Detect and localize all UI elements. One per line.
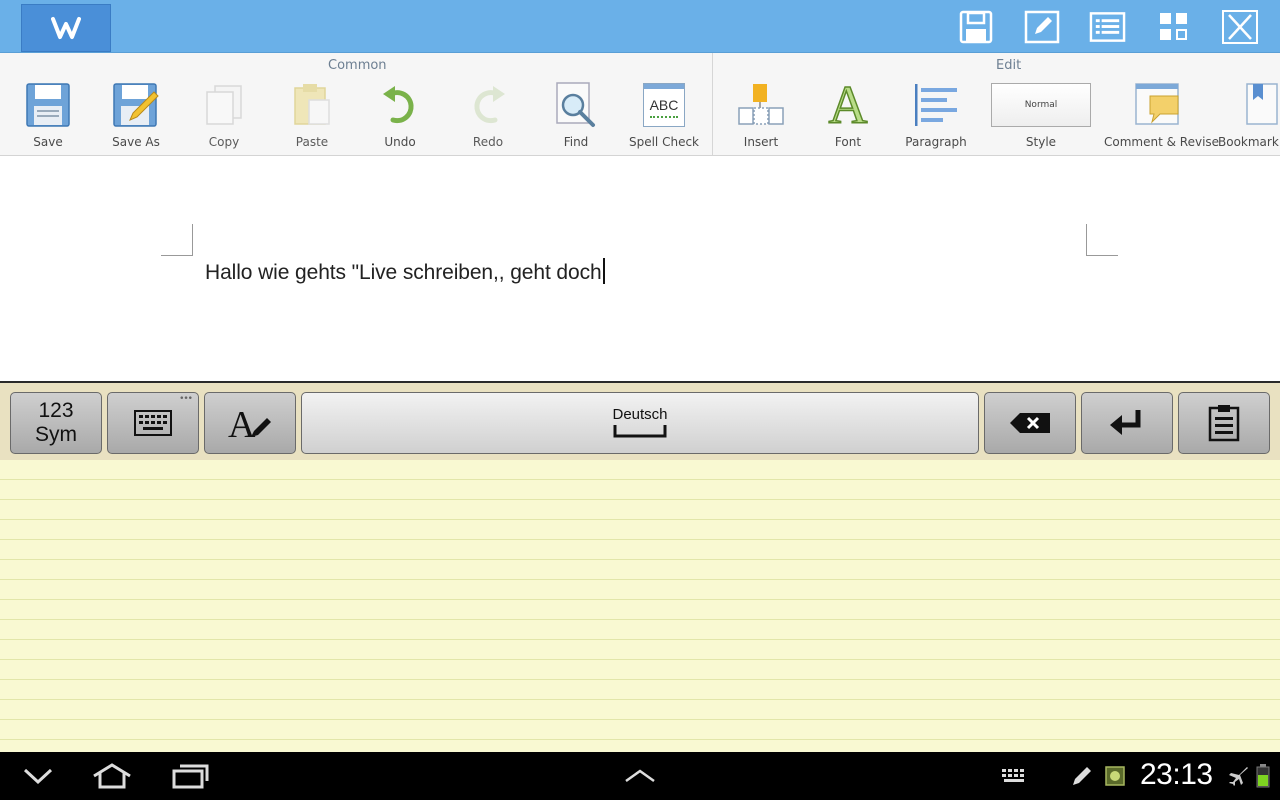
backspace-key[interactable] bbox=[984, 392, 1076, 454]
app-tray-button[interactable] bbox=[616, 752, 664, 800]
handwriting-settings-key[interactable]: A bbox=[204, 392, 296, 454]
bookmark-button[interactable]: Bookmark bbox=[1212, 75, 1280, 153]
close-icon bbox=[1221, 9, 1258, 44]
undo-button[interactable]: Undo bbox=[356, 75, 444, 153]
sym-key[interactable]: 123 Sym bbox=[10, 392, 102, 454]
space-icon bbox=[613, 424, 667, 437]
copy-button[interactable]: Copy bbox=[180, 75, 268, 153]
style-button[interactable]: Normal Style bbox=[990, 75, 1092, 153]
spell-check-icon: ABC bbox=[643, 83, 685, 127]
redo-icon bbox=[474, 86, 505, 124]
paste-icon bbox=[294, 84, 330, 125]
bookmark-icon bbox=[1246, 83, 1278, 125]
save-as-button[interactable]: Save As bbox=[92, 75, 180, 153]
ribbon-toolbar: Common Edit Save Save As Copy Paste Undo… bbox=[0, 53, 1280, 156]
save-title-button[interactable] bbox=[957, 9, 994, 44]
enter-icon bbox=[1110, 410, 1141, 435]
paragraph-button[interactable]: Paragraph bbox=[892, 75, 980, 153]
airplane-status bbox=[1226, 752, 1250, 800]
handwriting-pen-icon: A bbox=[228, 405, 271, 441]
title-bar bbox=[0, 0, 1280, 53]
comment-icon bbox=[1135, 83, 1179, 125]
keyboard-status-icon bbox=[1002, 769, 1024, 782]
clock: 23:13 bbox=[1140, 758, 1213, 791]
spell-check-button[interactable]: ABC Spell Check bbox=[620, 75, 708, 153]
edit-icon bbox=[1024, 10, 1059, 43]
text-caret bbox=[602, 258, 605, 284]
outline-button[interactable] bbox=[1089, 9, 1126, 44]
space-key[interactable]: Deutsch bbox=[301, 392, 979, 454]
system-status-bar: 23:13 bbox=[0, 752, 1280, 800]
android-notification-icon bbox=[1105, 766, 1125, 786]
app-logo[interactable] bbox=[21, 4, 111, 52]
insert-button[interactable]: Insert bbox=[717, 75, 805, 153]
backspace-icon bbox=[1010, 413, 1050, 433]
save-as-icon bbox=[113, 83, 159, 127]
redo-button[interactable]: Redo bbox=[444, 75, 532, 153]
document-body[interactable]: Hallo wie gehts "Live schreiben,, geht d… bbox=[205, 258, 605, 285]
group-label-common: Common bbox=[328, 58, 387, 73]
home-icon bbox=[93, 763, 131, 789]
enter-key[interactable] bbox=[1081, 392, 1173, 454]
paragraph-icon bbox=[915, 84, 957, 126]
insert-icon bbox=[738, 84, 784, 125]
back-nav-button[interactable] bbox=[14, 752, 62, 800]
handwriting-pad[interactable] bbox=[0, 460, 1280, 752]
chevron-down-icon bbox=[23, 768, 53, 784]
save-button[interactable]: Save bbox=[4, 75, 92, 153]
recent-apps-icon bbox=[172, 764, 209, 789]
find-button[interactable]: Find bbox=[532, 75, 620, 153]
undo-icon bbox=[383, 86, 414, 124]
floppy-icon bbox=[26, 83, 70, 127]
clipboard-key[interactable] bbox=[1178, 392, 1270, 454]
battery-icon bbox=[1256, 764, 1270, 788]
style-preview: Normal bbox=[991, 83, 1091, 127]
font-icon: A bbox=[828, 75, 869, 135]
home-nav-button[interactable] bbox=[88, 752, 136, 800]
pen-icon bbox=[1073, 767, 1091, 785]
logo-w-icon bbox=[51, 17, 81, 39]
find-icon bbox=[556, 82, 595, 127]
copy-icon bbox=[206, 85, 242, 125]
grid-icon bbox=[1159, 12, 1187, 40]
notification-status bbox=[1102, 752, 1128, 800]
keyboard-status[interactable] bbox=[996, 752, 1032, 800]
list-icon bbox=[1089, 11, 1126, 42]
document-text: Hallo wie gehts "Live schreiben,, geht d… bbox=[205, 261, 602, 284]
group-label-edit: Edit bbox=[996, 58, 1022, 73]
font-button[interactable]: A Font bbox=[804, 75, 892, 153]
page-margin-corner-right bbox=[1086, 224, 1118, 256]
document-area[interactable]: Hallo wie gehts "Live schreiben,, geht d… bbox=[0, 156, 1280, 381]
comment-revise-button[interactable]: Comment & Revise bbox=[1104, 75, 1219, 153]
paste-button[interactable]: Paste bbox=[268, 75, 356, 153]
battery-status bbox=[1254, 752, 1272, 800]
edit-mode-button[interactable] bbox=[1023, 9, 1060, 44]
handwriting-keyboard-toolbar: 123 Sym ••• A Deutsch bbox=[0, 381, 1280, 460]
pen-status bbox=[1068, 752, 1096, 800]
recent-apps-button[interactable] bbox=[166, 752, 214, 800]
chevron-up-icon bbox=[625, 769, 655, 783]
keyboard-mode-key[interactable]: ••• bbox=[107, 392, 199, 454]
close-document-button[interactable] bbox=[1221, 9, 1258, 44]
clipboard-icon bbox=[1208, 405, 1240, 442]
save-icon bbox=[959, 10, 992, 43]
airplane-icon bbox=[1229, 767, 1248, 786]
view-grid-button[interactable] bbox=[1155, 9, 1192, 44]
keyboard-icon bbox=[134, 410, 172, 436]
page-margin-corner-left bbox=[161, 224, 193, 256]
